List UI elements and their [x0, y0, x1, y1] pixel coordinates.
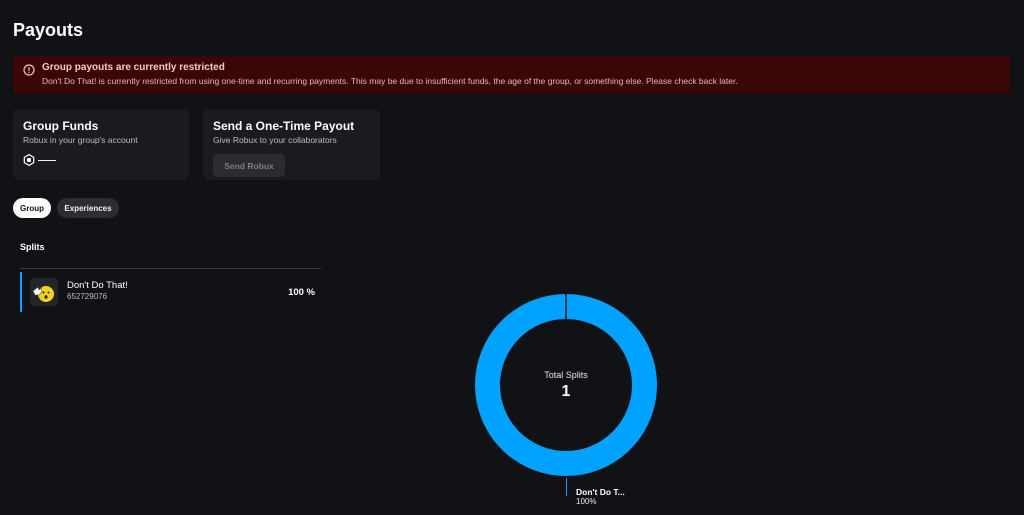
- splits-divider: [20, 268, 321, 269]
- split-row[interactable]: Don't Do That! 652729076 100 %: [20, 272, 321, 312]
- legend-percent: 100%: [576, 497, 597, 506]
- group-funds-title: Group Funds: [23, 119, 99, 133]
- group-funds-value: ——: [38, 155, 56, 165]
- group-funds-subtitle: Robux in your group's account: [23, 135, 138, 145]
- split-id: 652729076: [67, 292, 108, 301]
- one-time-payout-card: Send a One-Time Payout Give Robux to you…: [203, 109, 380, 180]
- robux-icon: [23, 154, 35, 166]
- tab-group[interactable]: Group: [13, 198, 51, 218]
- alert-body: Don't Do That! is currently restricted f…: [42, 76, 738, 86]
- group-funds-card: Group Funds Robux in your group's accoun…: [13, 109, 189, 180]
- donut-total-label: Total Splits: [544, 370, 588, 380]
- legend-leader-line: [566, 478, 567, 496]
- one-time-payout-title: Send a One-Time Payout: [213, 119, 355, 133]
- split-name: Don't Do That!: [67, 280, 128, 291]
- legend-name: Don't Do T...: [576, 487, 625, 497]
- one-time-payout-subtitle: Give Robux to your collaborators: [213, 135, 337, 145]
- donut-total-count: 1: [561, 383, 571, 400]
- group-emblem-icon: [32, 286, 54, 302]
- send-robux-button[interactable]: Send Robux: [213, 154, 285, 177]
- alert-title: Group payouts are currently restricted: [42, 62, 225, 73]
- splits-title: Splits: [20, 242, 45, 252]
- tab-experiences[interactable]: Experiences: [57, 198, 119, 218]
- split-percent: 100 %: [288, 287, 315, 298]
- page-title: Payouts: [13, 20, 84, 40]
- alert-circle-icon: [23, 64, 35, 76]
- avatar: [30, 278, 58, 306]
- restriction-alert: Group payouts are currently restricted D…: [13, 56, 1010, 94]
